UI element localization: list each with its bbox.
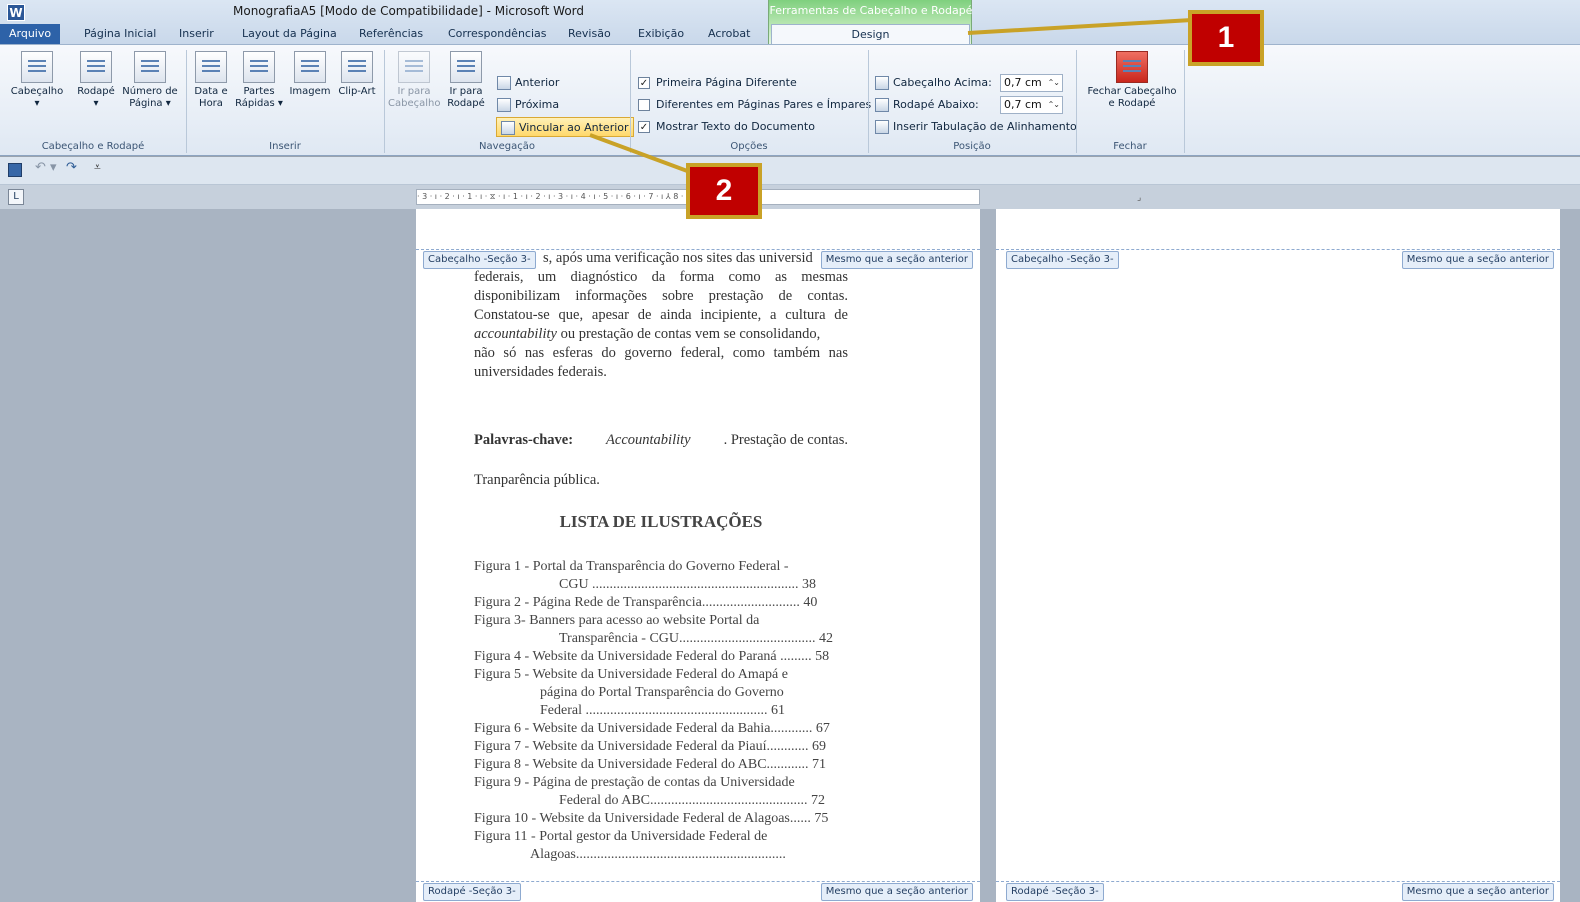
callout-1: 1 bbox=[1188, 10, 1264, 66]
callout-leader-lines bbox=[589, 18, 1193, 174]
leader-line-1 bbox=[967, 18, 1193, 35]
callout-2: 2 bbox=[686, 163, 762, 219]
leader-line-2 bbox=[589, 133, 691, 174]
